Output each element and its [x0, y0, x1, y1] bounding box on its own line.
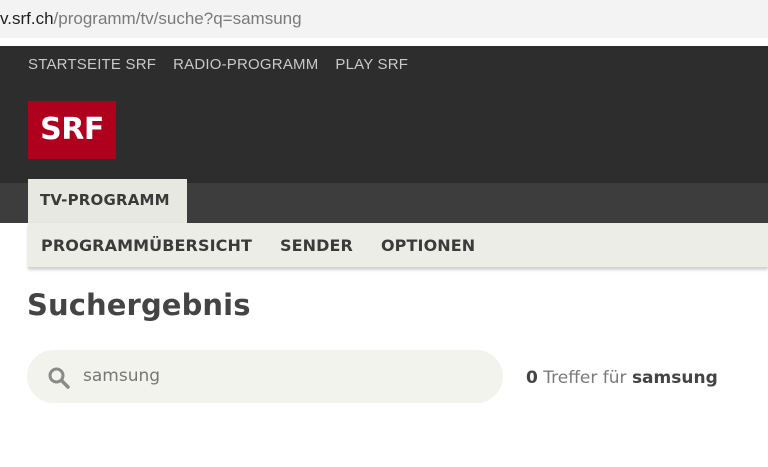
browser-url-bar[interactable]: v.srf.ch/programm/tv/suche?q=samsung	[0, 0, 768, 38]
nav-link-play-srf[interactable]: PLAY SRF	[335, 56, 408, 73]
results-label: Treffer für	[543, 368, 627, 388]
sub-navigation: PROGRAMMÜBERSICHT SENDER OPTIONEN	[28, 223, 768, 268]
search-box[interactable]	[27, 350, 503, 403]
nav-link-startseite[interactable]: STARTSEITE SRF	[28, 56, 156, 73]
top-navigation: STARTSEITE SRF RADIO-PROGRAMM PLAY SRF	[28, 56, 425, 73]
nav-link-radio-programm[interactable]: RADIO-PROGRAMM	[173, 56, 318, 73]
results-query: samsung	[631, 368, 718, 388]
search-icon[interactable]	[47, 366, 71, 390]
search-input[interactable]	[83, 350, 483, 403]
subnav-programmuebersicht[interactable]: PROGRAMMÜBERSICHT	[41, 236, 252, 255]
tab-tv-programm[interactable]: TV-PROGRAMM	[28, 179, 187, 223]
srf-logo[interactable]: SRF	[28, 101, 116, 159]
subnav-sender[interactable]: SENDER	[280, 236, 353, 255]
results-count: 0	[526, 368, 538, 388]
page-bottom	[0, 448, 768, 467]
url-bar-divider	[0, 38, 768, 46]
subnav-optionen[interactable]: OPTIONEN	[381, 236, 475, 255]
url-path: /programm/tv/suche?q=samsung	[53, 9, 302, 28]
url-host: v.srf.ch	[0, 9, 54, 28]
site-header: STARTSEITE SRF RADIO-PROGRAMM PLAY SRF S…	[0, 46, 768, 183]
results-summary: 0 Treffer für samsung	[526, 368, 718, 388]
page-title: Suchergebnis	[27, 288, 251, 322]
